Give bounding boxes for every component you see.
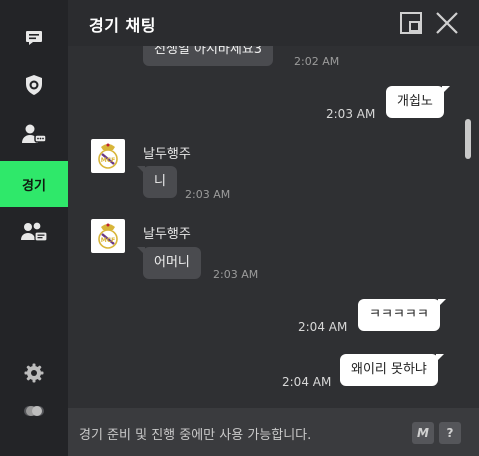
close-button[interactable] — [434, 10, 460, 36]
window-icon — [400, 12, 422, 34]
message-bubble: 개쉽노 — [386, 86, 450, 118]
sidebar-item-match[interactable]: 경기 — [0, 161, 68, 207]
sidebar-item-match-label: 경기 — [22, 178, 46, 194]
scrollbar[interactable] — [460, 46, 479, 408]
sidebar-item-chat[interactable] — [0, 15, 68, 61]
svg-text:MCF: MCF — [101, 237, 115, 244]
svg-text:MCF: MCF — [101, 157, 115, 164]
avatar[interactable]: MCF — [91, 139, 125, 173]
message-bubble: 니 — [137, 166, 177, 198]
message-time: 2:03 AM — [326, 107, 376, 121]
sidebar-item-friend-chat[interactable] — [0, 111, 68, 157]
close-icon — [436, 12, 458, 34]
sidebar-item-team[interactable] — [0, 62, 68, 108]
help-button[interactable]: ? — [439, 422, 461, 444]
toggle-icon — [24, 406, 44, 416]
message-time: 2:04 AM — [282, 375, 332, 389]
sender-name: 날두행주 — [143, 227, 191, 242]
message-bubble: ㅋㅋㅋㅋㅋ — [358, 299, 446, 331]
message-bubble: 전생일 아시바세요3 — [143, 46, 274, 66]
toggle-button[interactable] — [0, 388, 68, 434]
chat-log[interactable]: 전생일 아시바세요3 2:02 AM 2:03 AM 개쉽노 MCF 날두행주 … — [68, 46, 460, 408]
message-bubble: 어머니 — [137, 247, 201, 279]
avatar[interactable]: MCF — [91, 219, 125, 253]
scrollbar-thumb[interactable] — [465, 119, 471, 159]
chat-bubble-icon — [26, 31, 42, 45]
sidebar: 경기 — [0, 0, 68, 456]
friend-chat-icon — [22, 124, 46, 143]
chat-header: 경기 채팅 — [68, 0, 479, 46]
sender-name: 날두행주 — [143, 147, 191, 162]
message-bubble: 왜이리 못하냐 — [340, 354, 444, 386]
sidebar-item-group[interactable] — [0, 209, 68, 255]
settings-icon — [24, 363, 44, 383]
message-time: 2:03 AM — [185, 188, 231, 201]
chat-input-bar: 경기 준비 및 진행 중에만 사용 가능합니다. M ? — [68, 408, 479, 456]
chat-input-disabled-notice: 경기 준비 및 진행 중에만 사용 가능합니다. — [79, 428, 312, 443]
message-time: 2:03 AM — [213, 268, 259, 281]
message-time: 2:02 AM — [294, 55, 340, 68]
group-icon — [21, 221, 47, 242]
page-title: 경기 채팅 — [89, 16, 156, 35]
team-badge-icon — [26, 75, 42, 95]
club-crest-icon: MCF — [98, 143, 118, 169]
message-time: 2:04 AM — [298, 320, 348, 334]
popout-button[interactable] — [398, 10, 424, 36]
macro-button[interactable]: M — [412, 422, 434, 444]
club-crest-icon: MCF — [98, 223, 118, 249]
